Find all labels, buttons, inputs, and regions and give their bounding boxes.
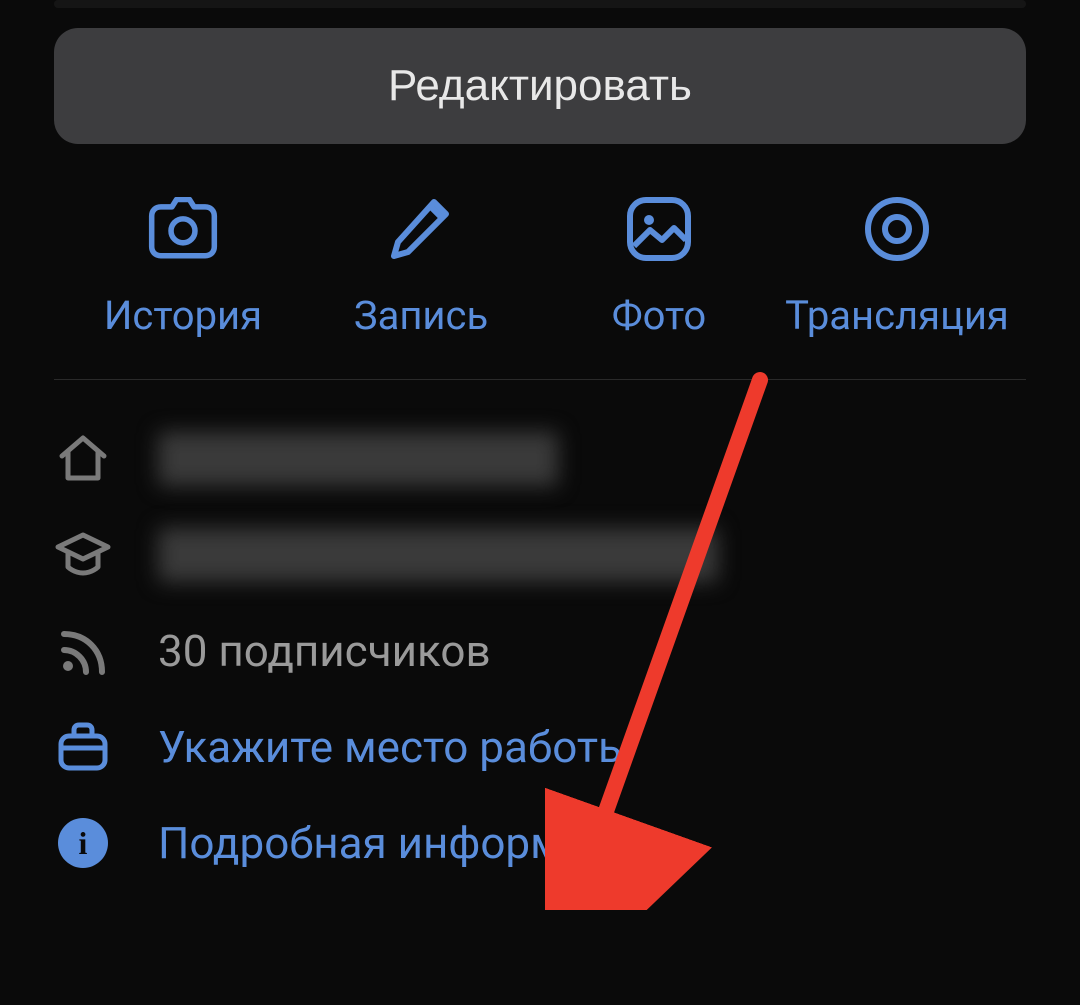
live-action-label: Трансляция: [785, 292, 1009, 339]
workplace-prompt-text: Укажите место работы: [158, 721, 632, 773]
create-story-action[interactable]: История: [64, 194, 302, 339]
hometown-text-redacted: [158, 432, 558, 486]
education-text-redacted: [158, 528, 718, 582]
followers-info-item[interactable]: 30 подписчиков: [54, 622, 1026, 680]
details-link-text: Подробная информация: [158, 817, 662, 869]
edit-button-label: Редактировать: [388, 61, 692, 111]
workplace-info-item[interactable]: Укажите место работы: [54, 718, 1026, 776]
create-post-action[interactable]: Запись: [302, 194, 540, 339]
broadcast-icon: [862, 194, 932, 264]
camera-icon: [148, 194, 218, 264]
top-divider-hint: [54, 0, 1026, 8]
hometown-info-item[interactable]: [54, 430, 1026, 488]
start-live-action[interactable]: Трансляция: [778, 194, 1016, 339]
rss-icon: [54, 622, 112, 680]
pencil-icon: [386, 194, 456, 264]
home-icon: [54, 430, 112, 488]
info-icon: i: [54, 814, 112, 872]
profile-actions-row: История Запись Фото: [54, 144, 1026, 380]
photo-action-label: Фото: [612, 292, 707, 339]
graduation-cap-icon: [54, 526, 112, 584]
story-action-label: История: [104, 292, 262, 339]
post-action-label: Запись: [354, 292, 488, 339]
briefcase-icon: [54, 718, 112, 776]
image-icon: [624, 194, 694, 264]
profile-info-list: 30 подписчиков Укажите место работы i По…: [54, 420, 1026, 872]
education-info-item[interactable]: [54, 526, 1026, 584]
detailed-info-item[interactable]: i Подробная информация: [54, 814, 1026, 872]
followers-count-text: 30 подписчиков: [158, 625, 491, 677]
upload-photo-action[interactable]: Фото: [540, 194, 778, 339]
edit-profile-button[interactable]: Редактировать: [54, 28, 1026, 144]
